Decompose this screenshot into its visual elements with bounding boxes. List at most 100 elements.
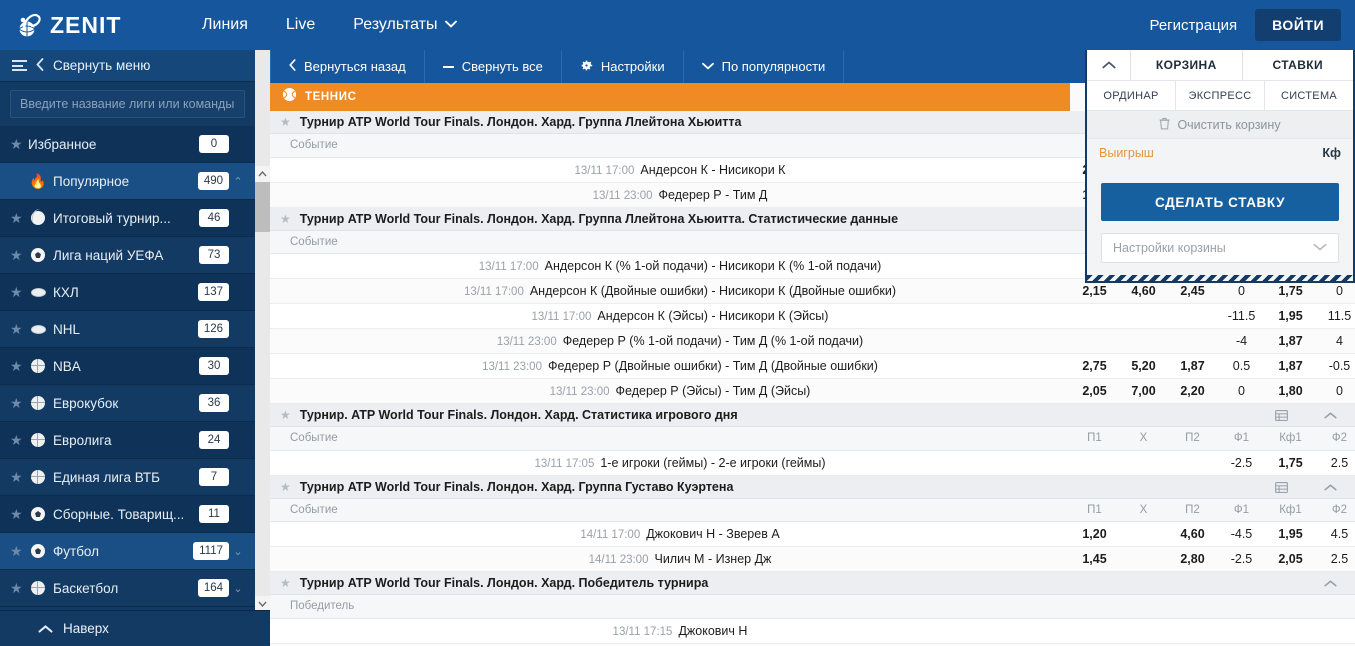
sort-dropdown[interactable]: По популярности [684,50,845,83]
star-icon[interactable]: ★ [10,580,28,597]
event-cell[interactable]: 13/11 17:00 Андерсон К (Эйсы) - Нисикори … [270,303,1070,329]
star-icon[interactable]: ★ [10,469,28,486]
odd-kf1[interactable]: 1,87 [1266,353,1315,379]
tournament-collapse-icon[interactable] [1306,580,1355,587]
odd-x[interactable] [1119,450,1168,476]
event-cell[interactable]: 13/11 17:05 1-е игроки (геймы) - 2-е игро… [270,450,1070,476]
table-row[interactable]: 13/11 17:00 Андерсон К (Эйсы) - Нисикори … [270,303,1355,329]
odd-x[interactable]: 7,00 [1119,378,1168,404]
odd-p2[interactable] [1168,328,1217,354]
odd-p1[interactable]: 1,20 [1070,521,1119,547]
tournament-collapse-icon[interactable] [1306,412,1355,419]
register-link[interactable]: Регистрация [1149,17,1237,34]
odd-p1[interactable] [1070,303,1119,329]
odd-kf1[interactable]: 1,95 [1266,303,1315,329]
place-bet-button[interactable]: СДЕЛАТЬ СТАВКУ [1101,183,1339,221]
table-row[interactable]: 13/11 17:15Джокович Н1,402,95 [270,618,1355,644]
tournament-collapse-icon[interactable] [1306,483,1355,491]
basket-settings-select[interactable]: Настройки корзины [1101,233,1339,263]
table-row[interactable]: 13/11 17:05 1-е игроки (геймы) - 2-е игро… [270,450,1355,476]
event-cell[interactable]: 13/11 17:00 Андерсон К (Двойные ошибки) -… [270,278,1070,304]
sidebar-collapse-bar[interactable]: Свернуть меню [0,50,255,82]
clear-basket-button[interactable]: Очистить корзину [1087,110,1353,138]
star-icon[interactable]: ★ [280,480,291,494]
tab-basket[interactable]: КОРЗИНА [1131,50,1243,80]
collapse-all-button[interactable]: Свернуть все [425,50,562,83]
sidebar-item-6[interactable]: ★ NBA 30 [0,348,255,385]
login-button[interactable]: ВОЙТИ [1255,9,1341,41]
odd-p2[interactable] [1168,450,1217,476]
sidebar-item-5[interactable]: ★ NHL 126 [0,311,255,348]
odd-p2[interactable] [1168,303,1217,329]
sidebar-item-8[interactable]: ★ Евролига 24 [0,422,255,459]
odd-p1[interactable] [1070,328,1119,354]
star-icon[interactable]: ★ [10,210,28,227]
nav-item-results[interactable]: Результаты [353,16,457,34]
odd-p1[interactable]: 1,45 [1070,546,1119,572]
event-cell[interactable]: 14/11 23:00 Чилич М - Изнер Дж [270,546,1070,572]
sidebar-item-2[interactable]: ★ Итоговый турнир... 46 [0,200,255,237]
odd-p2[interactable]: 1,87 [1168,353,1217,379]
table-row[interactable]: 13/11 23:00 Федерер Р (% 1-ой подачи) - Т… [270,328,1355,354]
sidebar-item-3[interactable]: ★ Лига наций УЕФА 73 [0,237,255,274]
sidebar-item-1[interactable]: 🔥 Популярное 490 ⌃ [0,163,255,200]
star-icon[interactable]: ★ [10,506,28,523]
event-cell[interactable]: 14/11 17:00 Джокович Н - Зверев А [270,521,1070,547]
grid-icon[interactable] [1257,410,1306,421]
odd-kf1[interactable]: 2,05 [1266,546,1315,572]
odd-x[interactable] [1119,521,1168,547]
sidebar-item-9[interactable]: ★ Единая лига ВТБ 7 [0,459,255,496]
sidebar-item-11[interactable]: ★ Футбол 1117 ⌄ [0,533,255,570]
star-icon[interactable]: ★ [280,115,291,129]
table-row[interactable]: 13/11 23:00 Федерер Р (Эйсы) - Тим Д (Эйс… [270,378,1355,404]
odd-p2[interactable]: 2,80 [1168,546,1217,572]
odd-x[interactable] [1119,303,1168,329]
star-icon[interactable]: ★ [280,212,291,226]
search-input[interactable] [10,90,245,118]
sidebar-scrollbar[interactable] [255,50,270,646]
odd-kf1[interactable]: 1,95 [1266,521,1315,547]
sidebar-item-10[interactable]: ★ Сборные. Товарищ... 11 [0,496,255,533]
sport-header-tennis[interactable]: ТЕННИС [270,83,1070,111]
star-icon[interactable]: ★ [10,432,28,449]
tournament-header[interactable]: ★ Турнир ATP World Tour Finals. Лондон. Х… [270,572,1355,595]
bet-slip-collapse-button[interactable] [1087,50,1131,80]
table-row[interactable]: 13/11 23:00 Федерер Р (Двойные ошибки) - … [270,353,1355,379]
settings-button[interactable]: Настройки [562,50,684,83]
star-icon[interactable]: ★ [10,136,28,153]
star-icon[interactable]: ★ [10,284,28,301]
table-row[interactable]: 14/11 17:00 Джокович Н - Зверев А 1,20 4,60… [270,521,1355,547]
odd-kf1[interactable]: 1,80 [1266,378,1315,404]
odd-p2[interactable]: 2,20 [1168,378,1217,404]
odd-p1[interactable]: 2,75 [1070,353,1119,379]
bet-type-single[interactable]: ОРДИНАР [1087,81,1176,110]
sidebar-item-0[interactable]: ★ Избранное 0 [0,126,255,163]
star-icon[interactable]: ★ [10,358,28,375]
odd-kf1[interactable]: 1,75 [1266,450,1315,476]
tournament-header[interactable]: ★ Турнир ATP World Tour Finals. Лондон. Х… [270,475,1355,499]
odd-p1[interactable] [1070,450,1119,476]
sidebar-item-12[interactable]: ★ Баскетбол 164 ⌄ [0,570,255,607]
table-row[interactable]: 14/11 23:00 Чилич М - Изнер Дж 1,45 2,80 -2.… [270,546,1355,572]
star-icon[interactable]: ★ [280,576,291,590]
event-cell[interactable]: 13/11 23:00 Федерер Р (Двойные ошибки) - … [270,353,1070,379]
event-cell[interactable]: 13/11 23:00 Федерер Р - Тим Д [270,182,1070,208]
chevron-down-icon[interactable]: ⌄ [229,582,247,595]
scroll-up-icon[interactable] [255,166,270,182]
star-icon[interactable]: ★ [10,395,28,412]
star-icon[interactable]: ★ [10,321,28,338]
event-cell[interactable]: 13/11 17:00 Андерсон К (% 1-ой подачи) - … [270,253,1070,279]
odd-x[interactable]: 5,20 [1119,353,1168,379]
tournament-header[interactable]: ★ Турнир. ATP World Tour Finals. Лондон. … [270,404,1355,427]
event-cell[interactable]: 13/11 23:00 Федерер Р (Эйсы) - Тим Д (Эйс… [270,378,1070,404]
bet-type-express[interactable]: ЭКСПРЕСС [1176,81,1265,110]
star-icon[interactable]: ★ [10,543,28,560]
bet-type-system[interactable]: СИСТЕМА [1265,81,1353,110]
scrollbar-thumb[interactable] [255,182,270,232]
odd-x[interactable] [1119,546,1168,572]
odd-p2[interactable]: 4,60 [1168,521,1217,547]
chevron-up-icon[interactable]: ⌃ [229,175,247,188]
odd-kf1[interactable]: 1,87 [1266,328,1315,354]
event-cell[interactable]: 13/11 23:00 Федерер Р (% 1-ой подачи) - Т… [270,328,1070,354]
star-icon[interactable]: ★ [10,247,28,264]
